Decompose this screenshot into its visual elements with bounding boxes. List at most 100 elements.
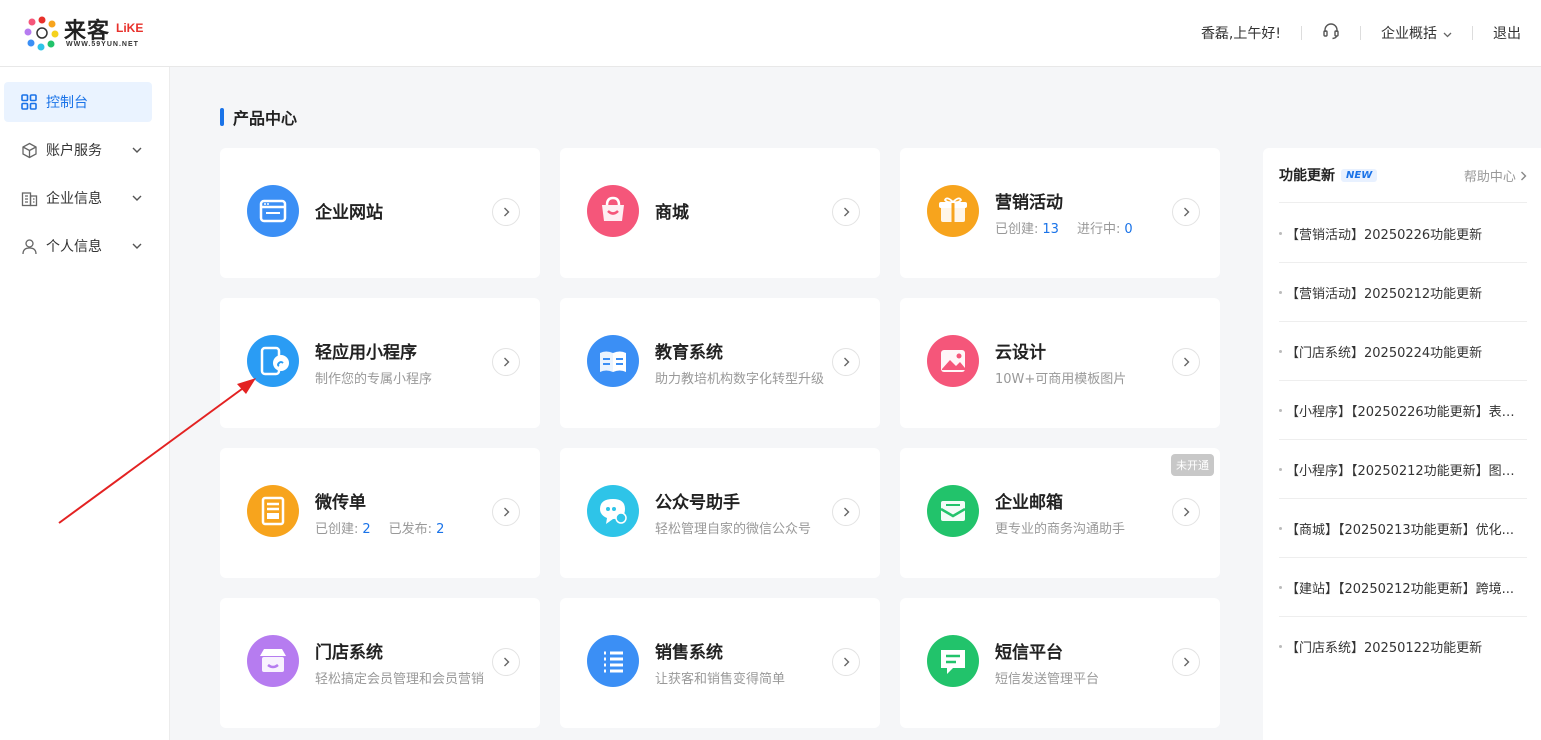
sidebar-item-console[interactable]: 控制台 bbox=[4, 82, 152, 122]
logo-like: LiKE bbox=[116, 21, 144, 35]
logo-mark-icon bbox=[24, 16, 59, 51]
sidebar-item-label: 企业信息 bbox=[46, 191, 102, 207]
divider bbox=[1472, 26, 1473, 40]
divider bbox=[1301, 26, 1302, 40]
product-title: 销售系统 bbox=[655, 643, 723, 663]
product-card[interactable]: 微传单 已创建: 2 已发布: 2 bbox=[220, 448, 540, 578]
help-center-link[interactable]: 帮助中心 bbox=[1464, 166, 1527, 185]
logout-link[interactable]: 退出 bbox=[1493, 23, 1521, 43]
stat-value: 13 bbox=[1042, 222, 1059, 237]
product-card[interactable]: 商城 bbox=[560, 148, 880, 278]
update-item-text: 【建站】【20250212功能更新】跨境... bbox=[1286, 581, 1515, 597]
divider bbox=[1360, 26, 1361, 40]
product-card[interactable]: 短信平台短信发送管理平台 bbox=[900, 598, 1220, 728]
bullet-dot bbox=[1279, 585, 1282, 589]
logo-url: WWW.59YUN.NET bbox=[66, 41, 139, 48]
product-desc: 制作您的专属小程序 bbox=[315, 372, 433, 387]
update-item[interactable]: 【门店系统】20250224功能更新 bbox=[1279, 322, 1527, 381]
chevron-right-icon[interactable] bbox=[1172, 198, 1200, 226]
chevron-right-icon[interactable] bbox=[1172, 648, 1200, 676]
product-title: 企业邮箱 bbox=[995, 493, 1063, 513]
sidebar-item-personal[interactable]: 个人信息 bbox=[4, 226, 152, 266]
headset-icon[interactable] bbox=[1322, 22, 1340, 44]
bullet-dot bbox=[1279, 349, 1282, 353]
product-icon bbox=[247, 335, 299, 387]
chevron-right-icon[interactable] bbox=[492, 498, 520, 526]
chevron-right-icon[interactable] bbox=[492, 348, 520, 376]
product-icon bbox=[247, 485, 299, 537]
enterprise-menu[interactable]: 企业概括 bbox=[1381, 23, 1452, 43]
chevron-right-icon[interactable] bbox=[1172, 348, 1200, 376]
stat-label: 已发布: bbox=[388, 522, 433, 537]
chevron-right-icon[interactable] bbox=[492, 648, 520, 676]
top-header: 来客 LiKE WWW.59YUN.NET 香磊,上午好! 企业概括 退出 bbox=[0, 0, 1541, 67]
user-icon bbox=[20, 237, 38, 255]
sidebar-item-label: 个人信息 bbox=[46, 239, 102, 255]
updates-list: 【营销活动】20250226功能更新【营销活动】20250212功能更新【门店系… bbox=[1279, 204, 1527, 676]
product-icon bbox=[247, 185, 299, 237]
update-item-text: 【门店系统】20250122功能更新 bbox=[1286, 641, 1483, 656]
logo[interactable]: 来客 LiKE WWW.59YUN.NET bbox=[24, 13, 149, 53]
product-card[interactable]: 企业邮箱 更专业的商务沟通助手 未开通 bbox=[900, 448, 1220, 578]
update-item[interactable]: 【小程序】【20250212功能更新】图文... bbox=[1279, 440, 1527, 499]
update-item-text: 【商城】【20250213功能更新】优化... bbox=[1286, 522, 1515, 538]
product-title: 企业网站 bbox=[315, 203, 383, 223]
bullet-dot bbox=[1279, 467, 1282, 471]
sidebar-item-label: 控制台 bbox=[46, 95, 88, 111]
bullet-dot bbox=[1279, 290, 1282, 294]
updates-panel: 功能更新 NEW 帮助中心 【营销活动】20250226功能更新 【营销活动】20… bbox=[1263, 148, 1541, 740]
stat-value: 0 bbox=[1124, 222, 1133, 237]
update-item[interactable]: 【营销活动】20250212功能更新 bbox=[1279, 263, 1527, 322]
product-card[interactable]: 销售系统让获客和销售变得简单 bbox=[560, 598, 880, 728]
update-item[interactable]: 【门店系统】20250122功能更新 bbox=[1279, 617, 1527, 676]
header-actions: 香磊,上午好! 企业概括 退出 bbox=[1201, 0, 1521, 66]
update-item[interactable]: 【小程序】【20250226功能更新】表单... bbox=[1279, 381, 1527, 440]
help-center-label: 帮助中心 bbox=[1463, 169, 1516, 185]
product-icon bbox=[587, 185, 639, 237]
sidebar: 控制台 账户服务 企业信息 个人信息 bbox=[0, 67, 170, 740]
product-title: 门店系统 bbox=[315, 643, 383, 663]
product-title: 微传单 bbox=[315, 493, 366, 513]
stat-value: 2 bbox=[362, 522, 371, 537]
updates-header: 功能更新 NEW 帮助中心 bbox=[1279, 148, 1527, 203]
update-item-text: 【门店系统】20250224功能更新 bbox=[1286, 345, 1483, 361]
update-item[interactable]: 【营销活动】20250226功能更新 bbox=[1279, 204, 1527, 263]
chevron-right-icon[interactable] bbox=[832, 648, 860, 676]
chevron-right-icon[interactable] bbox=[492, 198, 520, 226]
product-card[interactable]: 营销活动 已创建: 13 进行中: 0 bbox=[900, 148, 1220, 278]
product-card[interactable]: 云设计 10W+可商用模板图片 bbox=[900, 298, 1220, 428]
chevron-right-icon[interactable] bbox=[832, 498, 860, 526]
product-icon bbox=[247, 635, 299, 687]
product-desc: 短信发送管理平台 bbox=[995, 672, 1100, 687]
dashboard-grid-icon bbox=[20, 93, 38, 111]
product-title: 公众号助手 bbox=[655, 493, 740, 513]
product-title: 教育系统 bbox=[655, 343, 723, 363]
update-item[interactable]: 【建站】【20250212功能更新】跨境... bbox=[1279, 558, 1527, 617]
chevron-right-icon[interactable] bbox=[1172, 498, 1200, 526]
product-card[interactable]: 企业网站 bbox=[220, 148, 540, 278]
update-item-text: 【营销活动】20250226功能更新 bbox=[1286, 227, 1483, 243]
sidebar-item-enterprise[interactable]: 企业信息 bbox=[4, 178, 152, 218]
sidebar-item-account[interactable]: 账户服务 bbox=[4, 130, 152, 170]
product-title: 短信平台 bbox=[995, 643, 1063, 663]
update-item-text: 【小程序】【20250212功能更新】图文... bbox=[1286, 463, 1527, 479]
chevron-down-icon bbox=[132, 142, 142, 158]
product-card[interactable]: 轻应用小程序 制作您的专属小程序 bbox=[220, 298, 540, 428]
product-desc: 让获客和销售变得简单 bbox=[655, 672, 786, 687]
chevron-right-icon[interactable] bbox=[832, 198, 860, 226]
update-item-text: 【小程序】【20250226功能更新】表单... bbox=[1286, 404, 1527, 420]
chevron-right-icon bbox=[1521, 171, 1527, 180]
product-card[interactable]: 公众号助手 轻松管理自家的微信公众号 bbox=[560, 448, 880, 578]
chevron-down-icon bbox=[132, 238, 142, 254]
product-card[interactable]: 教育系统 助力教培机构数字化转型升级 bbox=[560, 298, 880, 428]
chevron-right-icon[interactable] bbox=[832, 348, 860, 376]
product-card[interactable]: 门店系统 轻松搞定会员管理和会员营销 bbox=[220, 598, 540, 728]
greeting-text: 香磊,上午好! bbox=[1200, 26, 1281, 42]
update-item[interactable]: 【商城】【20250213功能更新】优化... bbox=[1279, 499, 1527, 558]
product-title: 营销活动 bbox=[995, 193, 1063, 213]
chevron-down-icon bbox=[132, 190, 142, 206]
status-badge: 未开通 bbox=[1171, 454, 1214, 476]
product-icon bbox=[927, 185, 979, 237]
product-icon bbox=[927, 635, 979, 687]
chevron-down-icon bbox=[1443, 30, 1452, 41]
